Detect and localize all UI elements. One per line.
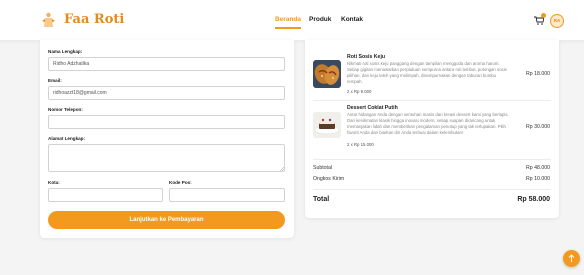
product-name: Dessert Coklat Putih: [347, 105, 398, 111]
continue-to-payment-button[interactable]: Lanjutkan ke Pembayaran: [48, 211, 285, 229]
site-header: Faa Roti Beranda Produk Kontak RA: [0, 0, 584, 41]
nav-item-kontak[interactable]: Kontak: [341, 16, 363, 23]
chef-logo-icon[interactable]: [41, 12, 56, 28]
product-price: Rp 18.000: [526, 71, 550, 77]
product-quantity: 2 x Rp 15.000: [347, 142, 374, 147]
brand-name[interactable]: Faa Roti: [64, 12, 124, 27]
subtotal-label: Subtotal: [313, 165, 333, 171]
total-value: Rp 58.000: [517, 196, 550, 203]
city-field[interactable]: [48, 188, 163, 202]
product-description: Nikmati roti sosis keju panggang dengan …: [347, 61, 507, 84]
product-image-dessert-coklat-putih: [313, 112, 341, 138]
address-label: Alamat Lengkap:: [48, 136, 86, 141]
name-field[interactable]: Ridho Adzhatika: [48, 57, 285, 71]
shipping-cost-label: Ongkos Kirim: [313, 176, 345, 182]
phone-label: Nomor Telepon:: [48, 107, 83, 112]
product-price: Rp 30.000: [526, 124, 550, 130]
product-description: Antar hidangan Anda dengan sentuhan mani…: [347, 112, 509, 135]
city-label: Kota:: [48, 180, 60, 185]
item-divider: [313, 100, 551, 101]
email-field[interactable]: ridhoazzt18@gmail.com: [48, 86, 285, 100]
arrow-up-icon: [568, 254, 575, 262]
nav-item-produk[interactable]: Produk: [309, 16, 331, 23]
total-divider: [313, 189, 551, 190]
name-label: Nama Lengkap:: [48, 49, 83, 54]
phone-field[interactable]: [48, 115, 285, 129]
product-name: Roti Sosis Keju: [347, 54, 386, 60]
address-textarea[interactable]: [48, 144, 285, 172]
product-image-roti-sosis-keju: [313, 60, 341, 88]
nav-item-beranda[interactable]: Beranda: [275, 16, 301, 23]
postal-code-label: Kode Pos:: [169, 180, 192, 185]
summary-divider: [313, 159, 551, 160]
shipping-cost-value: Rp 10.000: [526, 176, 550, 182]
subtotal-value: Rp 48.000: [526, 165, 550, 171]
total-label: Total: [313, 196, 330, 203]
resize-grip-icon[interactable]: [280, 167, 284, 171]
scroll-to-top-button[interactable]: [563, 250, 580, 267]
avatar[interactable]: RA: [550, 14, 564, 28]
postal-code-field[interactable]: [169, 188, 285, 202]
email-label: Email:: [48, 78, 62, 83]
cart-count-badge: [541, 13, 546, 18]
nav-active-underline: [275, 27, 301, 29]
product-quantity: 2 x Rp 9.000: [347, 89, 372, 94]
